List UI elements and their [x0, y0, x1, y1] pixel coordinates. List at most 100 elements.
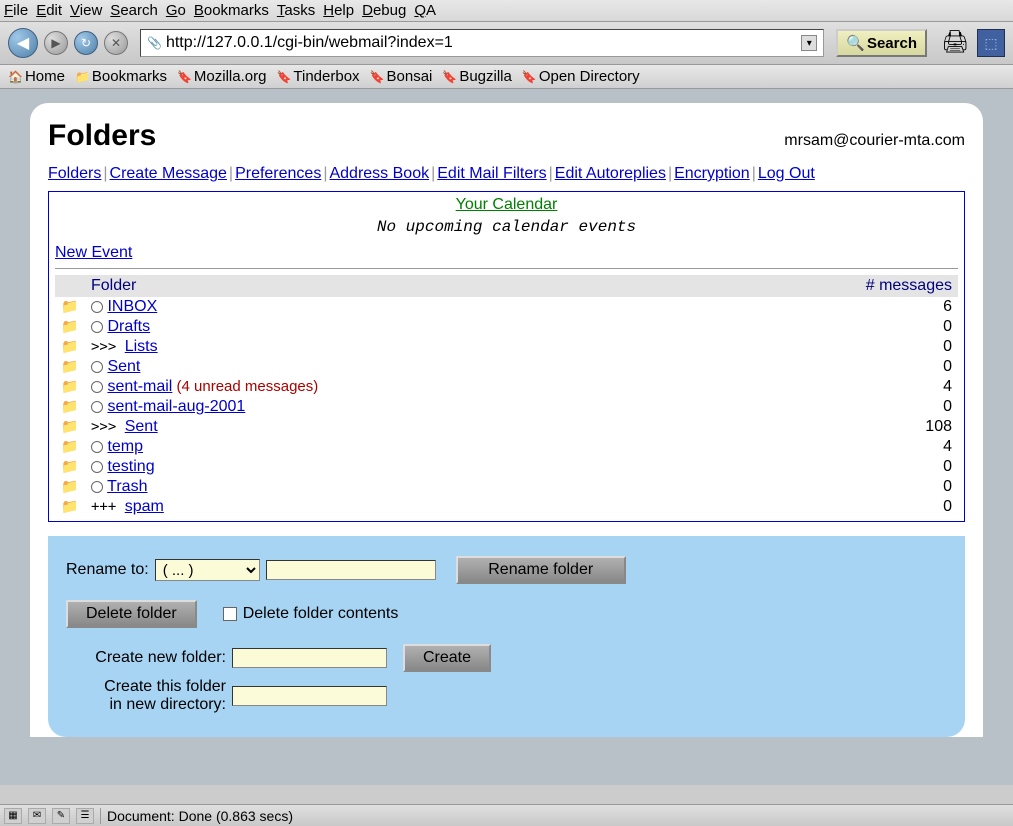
folder-row: 📁 Trash0 — [55, 477, 958, 497]
composer-icon[interactable]: ✎ — [52, 808, 70, 824]
bookmark-tinderbox[interactable]: 🔖Tinderbox — [276, 68, 359, 85]
folder-link-temp[interactable]: temp — [107, 438, 143, 455]
nav-preferences[interactable]: Preferences — [235, 165, 321, 182]
folder-icon: 📁 — [61, 338, 78, 354]
folder-icon: 📁 — [61, 398, 78, 414]
menu-bookmarks[interactable]: Bookmarks — [194, 2, 269, 19]
folder-radio[interactable] — [91, 321, 103, 333]
menu-debug[interactable]: Debug — [362, 2, 406, 19]
folder-icon: 📁 — [75, 70, 90, 84]
nav-folders[interactable]: Folders — [48, 165, 101, 182]
folder-radio[interactable] — [91, 401, 103, 413]
folder-icon: 📁 — [61, 358, 78, 374]
create-dir-input[interactable] — [232, 686, 387, 706]
folder-radio[interactable] — [91, 301, 103, 313]
search-button-label: Search — [867, 35, 917, 52]
menu-view[interactable]: View — [70, 2, 102, 19]
page-content: Folders mrsam@courier-mta.com Folders|Cr… — [0, 89, 1013, 785]
rename-input[interactable] — [266, 560, 436, 580]
nav-create-message[interactable]: Create Message — [110, 165, 227, 182]
user-email: mrsam@courier-mta.com — [784, 132, 965, 150]
addressbook-icon[interactable]: ☰ — [76, 808, 94, 824]
message-count: 0 — [704, 497, 958, 517]
folder-link-lists[interactable]: Lists — [125, 338, 158, 355]
folder-row: 📁 temp4 — [55, 437, 958, 457]
page-title: Folders — [48, 119, 156, 153]
delete-folder-button[interactable]: Delete folder — [66, 600, 197, 628]
folder-col-header: Folder — [85, 275, 704, 297]
folder-link-testing[interactable]: testing — [107, 458, 154, 475]
nav-edit-mail-filters[interactable]: Edit Mail Filters — [437, 165, 546, 182]
bookmark-bookmarks[interactable]: 📁Bookmarks — [75, 68, 167, 85]
link-icon: 🔖 — [522, 70, 537, 84]
url-text: http://127.0.0.1/cgi-bin/webmail?index=1 — [166, 34, 453, 52]
menu-search[interactable]: Search — [110, 2, 158, 19]
new-event-link[interactable]: New Event — [55, 244, 958, 262]
menu-help[interactable]: Help — [323, 2, 354, 19]
menu-edit[interactable]: Edit — [36, 2, 62, 19]
folder-radio[interactable] — [91, 441, 103, 453]
reload-button[interactable]: ↻ — [74, 31, 98, 55]
folder-row: 📁 INBOX6 — [55, 297, 958, 317]
folder-link-spam[interactable]: spam — [125, 498, 164, 515]
create-folder-input[interactable] — [232, 648, 387, 668]
folder-link-sent[interactable]: Sent — [107, 358, 140, 375]
link-icon: 🔖 — [276, 70, 291, 84]
folder-row: 📁 Sent0 — [55, 357, 958, 377]
menu-file[interactable]: File — [4, 2, 28, 19]
folder-link-drafts[interactable]: Drafts — [107, 318, 150, 335]
print-icon[interactable]: 🖨 — [941, 29, 969, 57]
bookmark-bonsai[interactable]: 🔖Bonsai — [370, 68, 433, 85]
forward-button[interactable]: ▶ — [44, 31, 68, 55]
bookmark-bugzilla[interactable]: 🔖Bugzilla — [442, 68, 511, 85]
bookmark-home[interactable]: 🏠Home — [8, 68, 65, 85]
folder-link-sent[interactable]: Sent — [125, 418, 158, 435]
folder-row: 📁 sent-mail-aug-2001 0 — [55, 397, 958, 417]
messages-col-header: # messages — [704, 275, 958, 297]
folder-row: 📁 testing0 — [55, 457, 958, 477]
url-dropdown-icon[interactable]: ▾ — [801, 35, 817, 51]
nav-encryption[interactable]: Encryption — [674, 165, 750, 182]
message-count: 4 — [704, 377, 958, 397]
folder-radio[interactable] — [91, 381, 103, 393]
back-button[interactable]: ◀ — [8, 28, 38, 58]
nav-address-book[interactable]: Address Book — [329, 165, 429, 182]
menu-tasks[interactable]: Tasks — [277, 2, 315, 19]
folder-icon: 📁 — [61, 298, 78, 314]
folder-link-inbox[interactable]: INBOX — [107, 298, 157, 315]
create-folder-label: Create new folder: — [66, 649, 226, 667]
status-bar: ▦ ✉ ✎ ☰ Document: Done (0.863 secs) — [0, 804, 1013, 826]
bookmark-open-directory[interactable]: 🔖Open Directory — [522, 68, 640, 85]
folder-radio[interactable] — [91, 461, 103, 473]
search-button[interactable]: 🔍 Search — [836, 29, 927, 57]
create-button[interactable]: Create — [403, 644, 491, 672]
folder-icon: 📁 — [61, 318, 78, 334]
delete-contents-label: Delete folder contents — [243, 605, 399, 623]
link-icon: 🔖 — [442, 70, 457, 84]
folder-link-trash[interactable]: Trash — [107, 478, 147, 495]
folder-icon: 📁 — [61, 498, 78, 514]
delete-contents-checkbox[interactable] — [223, 607, 237, 621]
actions-panel: Rename to: ( ... ) Rename folder Delete … — [48, 536, 965, 737]
folder-radio[interactable] — [91, 481, 103, 493]
message-count: 0 — [704, 397, 958, 417]
nav-edit-autoreplies[interactable]: Edit Autoreplies — [555, 165, 666, 182]
folder-table: Folder # messages 📁 INBOX6📁 Drafts0📁>>> … — [55, 275, 958, 517]
folder-icon: 📁 — [61, 378, 78, 394]
bookmark-mozilla-org[interactable]: 🔖Mozilla.org — [177, 68, 266, 85]
menu-go[interactable]: Go — [166, 2, 186, 19]
url-bar[interactable]: 📎 http://127.0.0.1/cgi-bin/webmail?index… — [140, 29, 824, 57]
mail-icon[interactable]: ✉ — [28, 808, 46, 824]
menu-qa[interactable]: QA — [414, 2, 436, 19]
component-bar-icon[interactable]: ▦ — [4, 808, 22, 824]
bookmark-page-icon: 📎 — [147, 36, 162, 50]
folder-link-sent-mail[interactable]: sent-mail — [107, 378, 172, 395]
stop-button[interactable]: ✕ — [104, 31, 128, 55]
folder-radio[interactable] — [91, 361, 103, 373]
rename-folder-button[interactable]: Rename folder — [456, 556, 626, 584]
folder-link-sent-mail-aug-2001[interactable]: sent-mail-aug-2001 — [107, 398, 245, 415]
link-icon: 🔖 — [370, 70, 385, 84]
rename-select[interactable]: ( ... ) — [155, 559, 260, 581]
calendar-link[interactable]: Your Calendar — [55, 196, 958, 214]
nav-log-out[interactable]: Log Out — [758, 165, 815, 182]
